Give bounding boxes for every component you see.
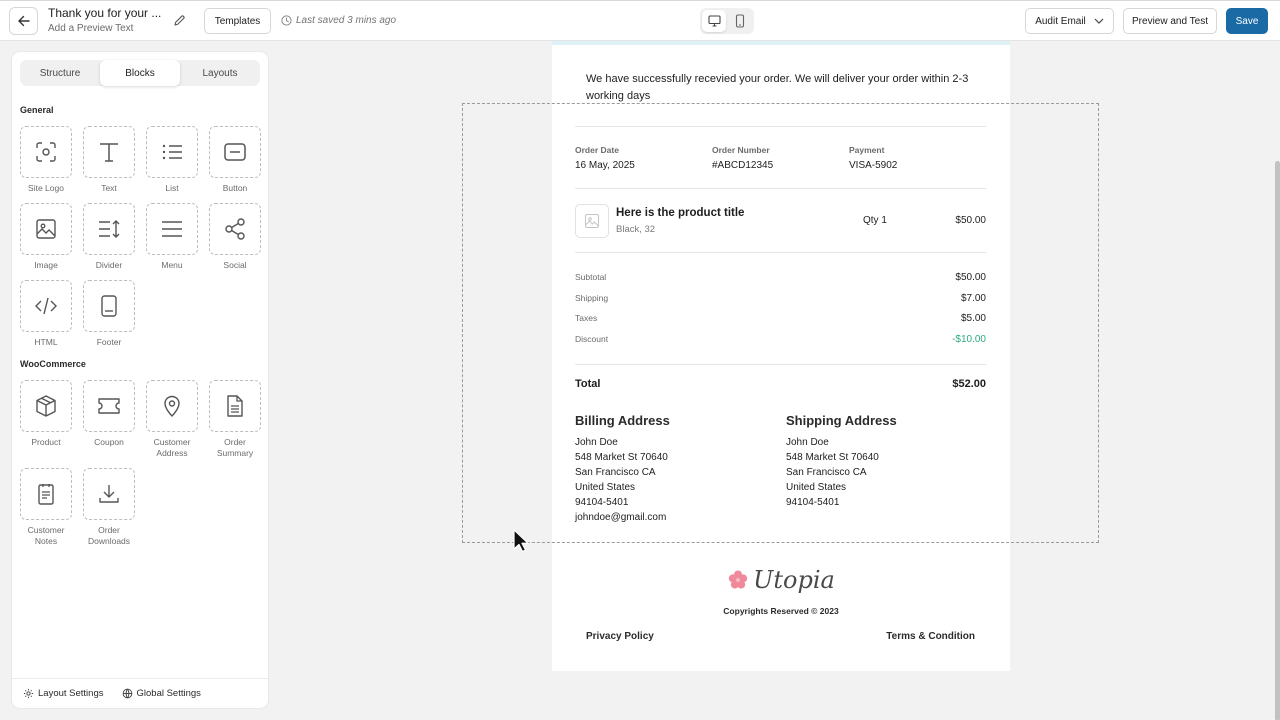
coupon-icon bbox=[98, 398, 120, 414]
email-title[interactable]: Thank you for your ... bbox=[48, 6, 161, 20]
save-button[interactable]: Save bbox=[1226, 8, 1268, 34]
download-icon bbox=[99, 485, 119, 503]
block-footer[interactable]: Footer bbox=[83, 280, 135, 348]
text-icon bbox=[100, 143, 118, 162]
tab-blocks[interactable]: Blocks bbox=[100, 60, 180, 86]
block-divider[interactable]: Divider bbox=[83, 203, 135, 271]
device-toggle bbox=[700, 8, 754, 34]
block-label: Menu bbox=[161, 260, 183, 270]
block-customer-address[interactable]: Customer Address bbox=[146, 380, 198, 459]
image-icon bbox=[36, 219, 56, 239]
block-list[interactable]: List bbox=[146, 126, 198, 194]
audit-email-label: Audit Email bbox=[1035, 15, 1086, 27]
block-social[interactable]: Social bbox=[209, 203, 261, 271]
logo-wordmark: Utopia bbox=[753, 566, 835, 594]
block-label: Button bbox=[222, 183, 248, 193]
last-saved-status: Last saved 3 mins ago bbox=[281, 15, 396, 26]
global-settings-button[interactable]: Global Settings bbox=[122, 688, 201, 699]
code-icon bbox=[35, 297, 57, 315]
block-label: Text bbox=[101, 183, 117, 193]
site-logo-icon bbox=[36, 142, 56, 162]
block-label: Divider bbox=[95, 260, 123, 270]
scrollbar-thumb[interactable] bbox=[1275, 161, 1280, 720]
list-icon bbox=[162, 144, 182, 160]
block-order-downloads[interactable]: Order Downloads bbox=[83, 468, 135, 547]
block-label: Customer Address bbox=[153, 437, 191, 458]
block-label: Site Logo bbox=[28, 183, 64, 193]
panel-tabs: Structure Blocks Layouts bbox=[20, 60, 260, 86]
block-label: Customer Notes bbox=[27, 525, 65, 546]
block-label: HTML bbox=[34, 337, 58, 347]
block-label: Product bbox=[31, 437, 61, 447]
mobile-icon bbox=[735, 14, 745, 28]
top-toolbar: Thank you for your ... Add a Preview Tex… bbox=[0, 0, 1280, 41]
footer-icon bbox=[101, 295, 117, 317]
document-icon bbox=[227, 395, 243, 417]
arrow-left-icon bbox=[17, 15, 30, 27]
block-customer-notes[interactable]: Customer Notes bbox=[20, 468, 72, 547]
desktop-icon bbox=[707, 15, 721, 27]
block-label: List bbox=[165, 183, 179, 193]
clock-icon bbox=[281, 15, 292, 26]
panel-footer: Layout Settings Global Settings bbox=[12, 678, 268, 708]
block-site-logo[interactable]: Site Logo bbox=[20, 126, 72, 194]
intro-text[interactable]: We have successfully recevied your order… bbox=[586, 71, 978, 104]
privacy-policy-link[interactable]: Privacy Policy bbox=[586, 631, 654, 642]
copyright-text: Copyrights Reserved © 2023 bbox=[723, 606, 839, 616]
notes-icon bbox=[38, 484, 54, 505]
block-menu[interactable]: Menu bbox=[146, 203, 198, 271]
global-settings-label: Global Settings bbox=[136, 688, 201, 699]
globe-icon bbox=[122, 688, 132, 699]
block-label: Image bbox=[34, 260, 58, 270]
layout-settings-button[interactable]: Layout Settings bbox=[23, 688, 104, 699]
preview-text-field[interactable]: Add a Preview Text bbox=[48, 23, 161, 34]
block-order-summary[interactable]: Order Summary bbox=[209, 380, 261, 459]
gear-icon bbox=[23, 688, 34, 699]
block-label: Coupon bbox=[94, 437, 124, 447]
block-coupon[interactable]: Coupon bbox=[83, 380, 135, 448]
blocks-panel: Structure Blocks Layouts General Site Lo… bbox=[12, 52, 268, 708]
block-label: Footer bbox=[96, 337, 122, 347]
block-label: Social bbox=[223, 260, 247, 270]
email-header-strip bbox=[552, 41, 1010, 45]
email-title-block: Thank you for your ... Add a Preview Tex… bbox=[48, 6, 161, 34]
box-icon bbox=[36, 395, 56, 417]
block-label: Order Downloads bbox=[87, 525, 131, 546]
brand-logo[interactable]: Utopia bbox=[552, 566, 1010, 594]
templates-button[interactable]: Templates bbox=[204, 8, 271, 34]
block-product[interactable]: Product bbox=[20, 380, 72, 448]
canvas-scrollbar[interactable] bbox=[1274, 41, 1280, 720]
map-pin-icon bbox=[164, 395, 180, 417]
woocommerce-section-label: WooCommerce bbox=[20, 359, 86, 369]
block-html[interactable]: HTML bbox=[20, 280, 72, 348]
tab-layouts[interactable]: Layouts bbox=[180, 60, 260, 86]
audit-email-dropdown[interactable]: Audit Email bbox=[1025, 8, 1114, 34]
menu-icon bbox=[162, 221, 182, 237]
terms-link[interactable]: Terms & Condition bbox=[886, 631, 975, 642]
button-icon bbox=[224, 143, 246, 161]
last-saved-text: Last saved 3 mins ago bbox=[296, 15, 397, 26]
tab-structure[interactable]: Structure bbox=[20, 60, 100, 86]
flower-icon bbox=[728, 570, 748, 589]
mobile-view-button[interactable] bbox=[728, 10, 752, 32]
divider-icon bbox=[99, 220, 120, 238]
selected-block-outline bbox=[462, 103, 1099, 543]
block-image[interactable]: Image bbox=[20, 203, 72, 271]
chevron-down-icon bbox=[1094, 18, 1104, 24]
desktop-view-button[interactable] bbox=[702, 10, 726, 32]
back-button[interactable] bbox=[9, 7, 38, 35]
preview-and-test-button[interactable]: Preview and Test bbox=[1123, 8, 1217, 34]
block-text[interactable]: Text bbox=[83, 126, 135, 194]
share-icon bbox=[225, 218, 245, 240]
pencil-icon[interactable] bbox=[173, 14, 186, 32]
general-section-label: General bbox=[20, 105, 54, 115]
mouse-cursor-icon bbox=[513, 529, 529, 553]
block-button[interactable]: Button bbox=[209, 126, 261, 194]
layout-settings-label: Layout Settings bbox=[38, 688, 104, 699]
block-label: Order Summary bbox=[216, 437, 254, 458]
